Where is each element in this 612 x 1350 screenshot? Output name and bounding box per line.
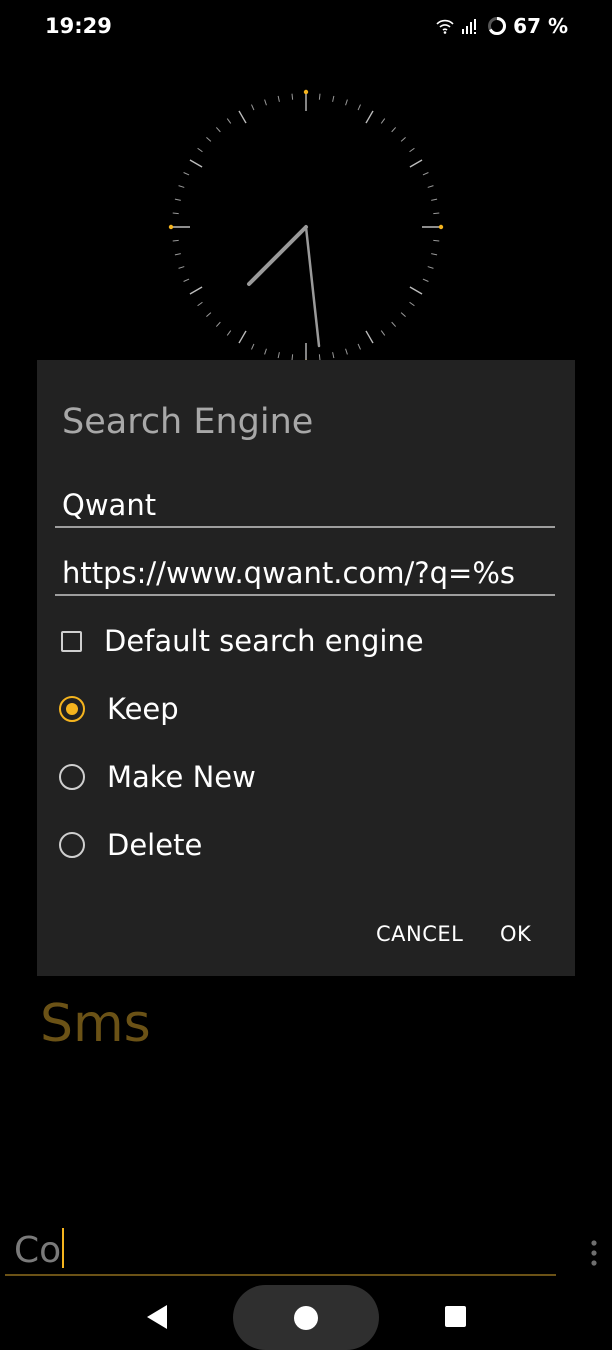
clock-tick (431, 253, 438, 256)
clock-tick (215, 321, 221, 327)
clock-tick (365, 110, 374, 124)
search-input[interactable]: Co (5, 1226, 556, 1276)
clock-tick (183, 278, 190, 282)
cancel-button[interactable]: CANCEL (376, 922, 463, 946)
search-input-text: Co (14, 1230, 62, 1271)
clock-tick (238, 110, 247, 124)
app-label-sms[interactable]: Sms (40, 994, 151, 1054)
clock-tick (183, 172, 190, 176)
engine-url-value: https://www.qwant.com/?q=%s (62, 556, 515, 590)
clock-tick (318, 93, 321, 100)
text-caret (62, 1228, 65, 1268)
clock-tick (431, 198, 438, 201)
clock-tick (189, 159, 203, 168)
clock-tick (189, 286, 203, 295)
clock-tick (422, 278, 429, 282)
clock-tick (409, 159, 423, 168)
radio-label: Keep (107, 692, 179, 726)
clock-tick (391, 321, 397, 327)
home-button[interactable] (233, 1285, 379, 1350)
clock-tick (215, 127, 221, 133)
clock-tick (172, 212, 179, 215)
clock-tick (251, 104, 255, 111)
search-engine-dialog: Search Engine Qwant https://www.qwant.co… (37, 360, 575, 976)
clock-tick (332, 352, 335, 359)
engine-name-value: Qwant (62, 488, 157, 522)
checkbox-icon[interactable] (61, 630, 82, 652)
clock-tick (197, 147, 203, 153)
battery-ring-icon (488, 17, 507, 35)
clock-tick (251, 343, 255, 350)
clock-tick (433, 239, 440, 242)
clock-tick (206, 136, 212, 142)
clock-tick (357, 104, 361, 111)
radio-label: Make New (107, 760, 256, 794)
clock-tick (174, 198, 181, 201)
clock-tick (197, 301, 203, 307)
signal-icon (462, 19, 477, 34)
more-vert-icon[interactable] (588, 1238, 600, 1268)
radio-unselected-icon[interactable] (59, 832, 85, 858)
radio-option-keep[interactable]: Keep (59, 687, 179, 731)
status-time: 19:29 (45, 14, 112, 38)
search-input-value: Co (14, 1228, 65, 1271)
clock-tick (365, 330, 374, 344)
clock-tick (238, 330, 247, 344)
clock-tick (178, 185, 185, 188)
clock-tick (357, 343, 361, 350)
radio-label: Delete (107, 828, 203, 862)
clock-quarter-dot (303, 89, 309, 95)
status-icons: 67 % (435, 14, 568, 38)
clock-tick (345, 348, 348, 355)
clock-tick (264, 99, 267, 106)
clock-quarter-dot (168, 224, 174, 230)
clock-tick (345, 99, 348, 106)
clock-tick (400, 312, 406, 318)
clock-tick (409, 301, 415, 307)
clock-tick (277, 352, 280, 359)
clock-tick (409, 147, 415, 153)
clock-tick (433, 212, 440, 215)
clock-tick (409, 286, 423, 295)
engine-name-field[interactable]: Qwant (55, 486, 555, 528)
clock-tick (422, 172, 429, 176)
clock-tick (178, 266, 185, 269)
clock-tick (380, 118, 386, 124)
clock-tick (400, 136, 406, 142)
ok-button[interactable]: OK (500, 922, 531, 946)
clock-tick (206, 312, 212, 318)
clock-tick (427, 266, 434, 269)
engine-url-field[interactable]: https://www.qwant.com/?q=%s (55, 554, 555, 596)
recents-icon[interactable] (445, 1306, 466, 1327)
clock-tick (380, 330, 386, 336)
clock-minute-hand (304, 225, 321, 348)
radio-option-delete[interactable]: Delete (59, 823, 202, 867)
clock-tick (226, 118, 232, 124)
clock-tick (332, 95, 335, 102)
radio-unselected-icon[interactable] (59, 764, 85, 790)
clock-tick (172, 239, 179, 242)
clock-hour-hand (247, 225, 308, 286)
checkbox-label: Default search engine (104, 624, 424, 658)
radio-selected-icon[interactable] (59, 696, 85, 722)
clock-tick (427, 185, 434, 188)
dialog-title: Search Engine (62, 402, 314, 442)
default-search-engine-checkbox[interactable]: Default search engine (59, 619, 424, 663)
clock-tick (277, 95, 280, 102)
battery-percent: 67 % (513, 14, 568, 38)
analog-clock (168, 89, 444, 365)
wifi-icon (436, 19, 454, 34)
radio-option-make-new[interactable]: Make New (59, 755, 256, 799)
back-icon[interactable] (145, 1303, 169, 1331)
clock-tick (291, 93, 294, 100)
home-icon (294, 1305, 318, 1330)
clock-tick (391, 127, 397, 133)
clock-tick (226, 330, 232, 336)
clock-tick (264, 348, 267, 355)
clock-tick (174, 253, 181, 256)
clock-quarter-dot (438, 224, 444, 230)
